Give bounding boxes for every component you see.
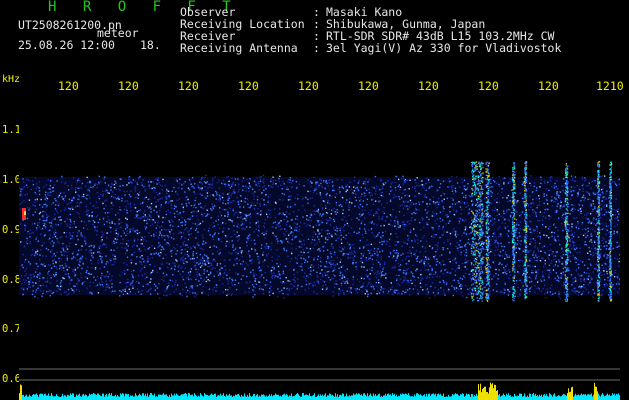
- spectrogram-plot: [19, 95, 620, 400]
- minute-label: 18.: [140, 38, 161, 52]
- time-tick-label: 120: [58, 79, 79, 93]
- header: H R O F F T UT2508261200.pn meteor 25.08…: [0, 0, 629, 72]
- hot-spot-core: [24, 211, 26, 215]
- meta-colon: :: [313, 41, 320, 55]
- signal-baseline: [19, 382, 620, 400]
- meta-label-antenna: Receiving Antenna: [180, 41, 298, 55]
- time-tick-label: 120: [298, 79, 319, 93]
- time-tick-label: 120: [178, 79, 199, 93]
- time-tick-label: 1210: [596, 79, 624, 93]
- time-tick-label: 120: [358, 79, 379, 93]
- time-tick-label: 120: [538, 79, 559, 93]
- time-tick-label: 120: [418, 79, 439, 93]
- date-time: 25.08.26 12:00: [18, 38, 115, 52]
- frequency-unit-label: kHz: [2, 74, 21, 85]
- meta-value-antenna: 3el Yagi(V) Az 330 for Vladivostok: [326, 41, 562, 55]
- time-tick-label: 120: [118, 79, 139, 93]
- time-tick-label: 120: [478, 79, 499, 93]
- spectrogram-canvas: [19, 161, 620, 400]
- time-tick-label: 120: [238, 79, 259, 93]
